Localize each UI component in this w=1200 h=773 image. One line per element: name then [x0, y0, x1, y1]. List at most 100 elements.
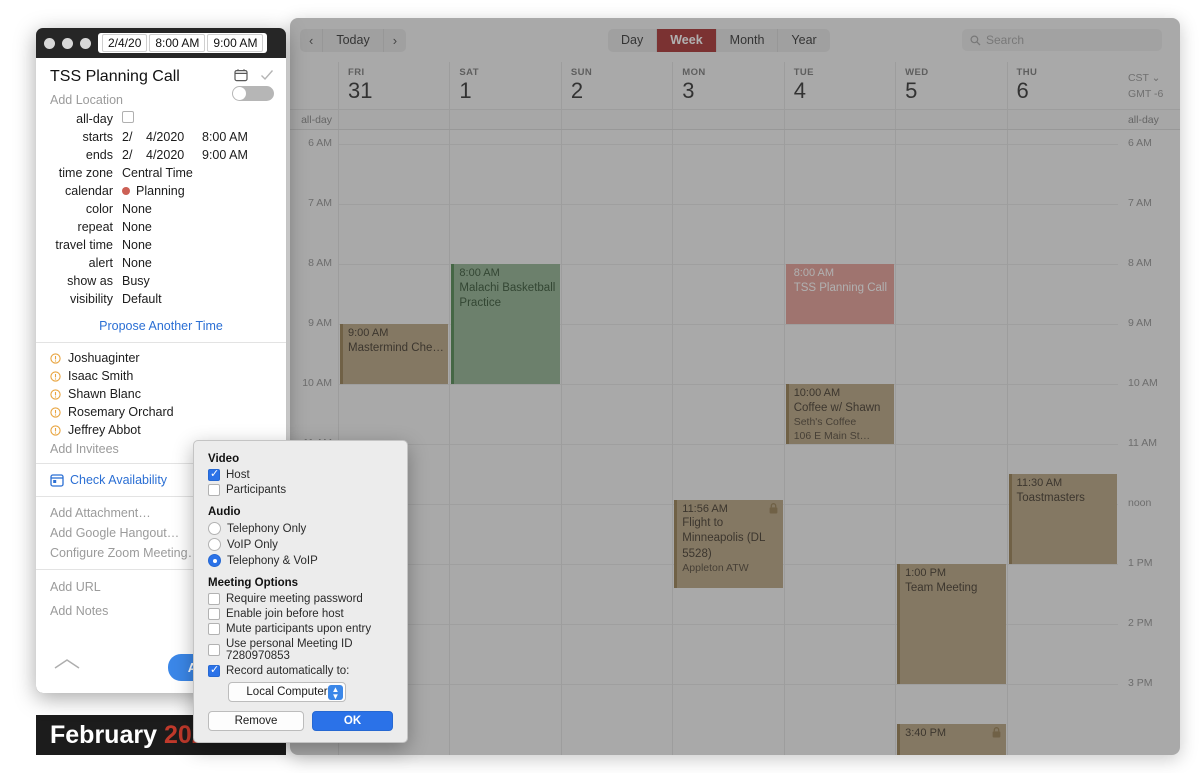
day-header-wed[interactable]: WED 5: [895, 62, 1006, 109]
day-header-mon[interactable]: MON 3: [672, 62, 783, 109]
video-host-row[interactable]: Host: [208, 468, 393, 481]
require-password-checkbox[interactable]: [208, 593, 220, 605]
video-host-checkbox[interactable]: [208, 468, 220, 481]
calendar-event[interactable]: 11:30 AM Toastmasters: [1008, 474, 1117, 564]
field-repeat[interactable]: repeat None: [36, 218, 286, 236]
availability-toggle[interactable]: [232, 86, 274, 101]
day-header-sat[interactable]: SAT 1: [449, 62, 560, 109]
alert-value[interactable]: None: [122, 256, 152, 270]
day-column-wed[interactable]: 1:00 PM Team Meeting 3:40 PM: [895, 130, 1006, 755]
audio-telephony-only-radio[interactable]: [208, 522, 221, 535]
field-color[interactable]: color None: [36, 200, 286, 218]
calendar-event[interactable]: 8:00 AM TSS Planning Call: [785, 264, 895, 324]
chevron-up-icon[interactable]: [54, 657, 80, 675]
all-day-cell[interactable]: [560, 110, 672, 129]
view-year-button[interactable]: Year: [778, 29, 829, 52]
all-day-cell[interactable]: [895, 110, 1006, 129]
view-month-button[interactable]: Month: [717, 28, 779, 52]
join-before-host-checkbox[interactable]: [208, 608, 220, 620]
video-participants-checkbox[interactable]: [208, 484, 220, 496]
ends-date-value[interactable]: 4/2020: [146, 148, 202, 162]
field-show-as[interactable]: show as Busy: [36, 272, 286, 290]
day-column-sat[interactable]: 8:00 AM Malachi Basketball Practice: [449, 130, 560, 755]
all-day-cell[interactable]: [783, 110, 895, 129]
all-day-cell[interactable]: [1006, 110, 1118, 129]
repeat-value[interactable]: None: [122, 220, 152, 234]
field-alert[interactable]: alert None: [36, 254, 286, 272]
field-starts[interactable]: starts 2/ 4/2020 8:00 AM: [36, 128, 286, 146]
view-day-button[interactable]: Day: [608, 28, 658, 52]
close-window-button[interactable]: [44, 37, 55, 49]
all-day-cell[interactable]: [449, 110, 560, 129]
invitee-row[interactable]: Isaac Smith: [36, 367, 286, 385]
minimize-window-button[interactable]: [62, 37, 73, 49]
titlebar-datetime-field[interactable]: 2/4/20 8:00 AM 9:00 AM: [98, 33, 268, 53]
remove-button[interactable]: Remove: [208, 711, 304, 731]
field-visibility[interactable]: visibility Default: [36, 290, 286, 308]
titlebar-start-time-value[interactable]: 8:00 AM: [149, 34, 206, 52]
field-all-day[interactable]: all-day: [36, 109, 286, 128]
personal-meeting-id-checkbox[interactable]: [208, 644, 220, 656]
today-button[interactable]: Today: [323, 28, 384, 52]
field-ends[interactable]: ends 2/ 4/2020 9:00 AM: [36, 146, 286, 164]
search-input[interactable]: Search: [962, 29, 1162, 51]
audio-voip-only-row[interactable]: VoIP Only: [208, 538, 393, 551]
calendar-event[interactable]: 11:56 AM Flight to Minneapolis (DL 5528) A…: [674, 499, 783, 588]
maximize-window-button[interactable]: [80, 37, 91, 49]
timezone-selector[interactable]: CST ⌄ GMT -6: [1118, 62, 1180, 109]
day-column-thu[interactable]: 11:30 AM Toastmasters: [1006, 130, 1118, 755]
audio-telephony-and-voip-radio[interactable]: [208, 554, 221, 567]
mute-participants-row[interactable]: Mute participants upon entry: [208, 623, 393, 635]
day-column-sun[interactable]: [560, 130, 672, 755]
calendar-event[interactable]: 10:00 AM Coffee w/ Shawn Seth's Coffee 106 …: [785, 384, 895, 444]
prev-period-button[interactable]: ‹: [300, 28, 324, 52]
invitee-row[interactable]: Joshuaginter: [36, 349, 286, 367]
ends-month-value[interactable]: 2/: [122, 148, 146, 162]
audio-voip-only-radio[interactable]: [208, 538, 221, 551]
join-before-host-row[interactable]: Enable join before host: [208, 608, 393, 620]
mute-participants-checkbox[interactable]: [208, 623, 220, 635]
all-day-cell[interactable]: [338, 110, 449, 129]
checkmark-icon[interactable]: [260, 68, 274, 82]
calendar-event[interactable]: 1:00 PM Team Meeting: [897, 564, 1006, 684]
propose-another-time-link[interactable]: Propose Another Time: [36, 308, 286, 342]
visibility-value[interactable]: Default: [122, 292, 162, 306]
all-day-checkbox[interactable]: [122, 111, 134, 123]
time-zone-value[interactable]: Central Time: [122, 166, 193, 180]
color-value[interactable]: None: [122, 202, 152, 216]
starts-date-value[interactable]: 4/2020: [146, 130, 202, 144]
starts-month-value[interactable]: 2/: [122, 130, 146, 144]
calendar-event[interactable]: 3:40 PM: [897, 724, 1006, 755]
field-travel-time[interactable]: travel time None: [36, 236, 286, 254]
invitee-row[interactable]: Shawn Blanc: [36, 385, 286, 403]
require-password-row[interactable]: Require meeting password: [208, 593, 393, 605]
audio-telephony-only-row[interactable]: Telephony Only: [208, 522, 393, 535]
day-column-mon[interactable]: 11:56 AM Flight to Minneapolis (DL 5528) A…: [672, 130, 783, 755]
record-automatically-row[interactable]: Record automatically to:: [208, 664, 393, 677]
calendar-icon[interactable]: [234, 68, 248, 82]
day-header-fri[interactable]: FRI 31: [338, 62, 449, 109]
invitee-row[interactable]: Rosemary Orchard: [36, 403, 286, 421]
invitee-row[interactable]: Jeffrey Abbot: [36, 421, 286, 439]
day-header-tue[interactable]: TUE 4: [783, 62, 895, 109]
ok-button[interactable]: OK: [312, 711, 393, 731]
chevron-updown-icon[interactable]: ▲ ▼: [328, 685, 343, 700]
all-day-cell[interactable]: [672, 110, 783, 129]
field-calendar[interactable]: calendar Planning: [36, 182, 286, 200]
audio-telephony-and-voip-row[interactable]: Telephony & VoIP: [208, 554, 393, 567]
view-week-button[interactable]: Week: [657, 28, 717, 52]
record-automatically-checkbox[interactable]: [208, 664, 220, 677]
ends-time-value[interactable]: 9:00 AM: [202, 148, 248, 162]
day-header-thu[interactable]: THU 6: [1006, 62, 1118, 109]
titlebar-end-time-value[interactable]: 9:00 AM: [207, 34, 264, 52]
calendar-event[interactable]: 8:00 AM Malachi Basketball Practice: [451, 264, 560, 384]
record-target-select[interactable]: Local Computer ▲ ▼: [228, 682, 346, 702]
calendar-value[interactable]: Planning: [136, 184, 185, 198]
personal-meeting-id-row[interactable]: Use personal Meeting ID 7280970853: [208, 638, 393, 662]
day-header-sun[interactable]: SUN 2: [560, 62, 672, 109]
field-time-zone[interactable]: time zone Central Time: [36, 164, 286, 182]
next-period-button[interactable]: ›: [384, 29, 406, 52]
titlebar-date-value[interactable]: 2/4/20: [102, 34, 148, 52]
show-as-value[interactable]: Busy: [122, 274, 150, 288]
starts-time-value[interactable]: 8:00 AM: [202, 130, 248, 144]
